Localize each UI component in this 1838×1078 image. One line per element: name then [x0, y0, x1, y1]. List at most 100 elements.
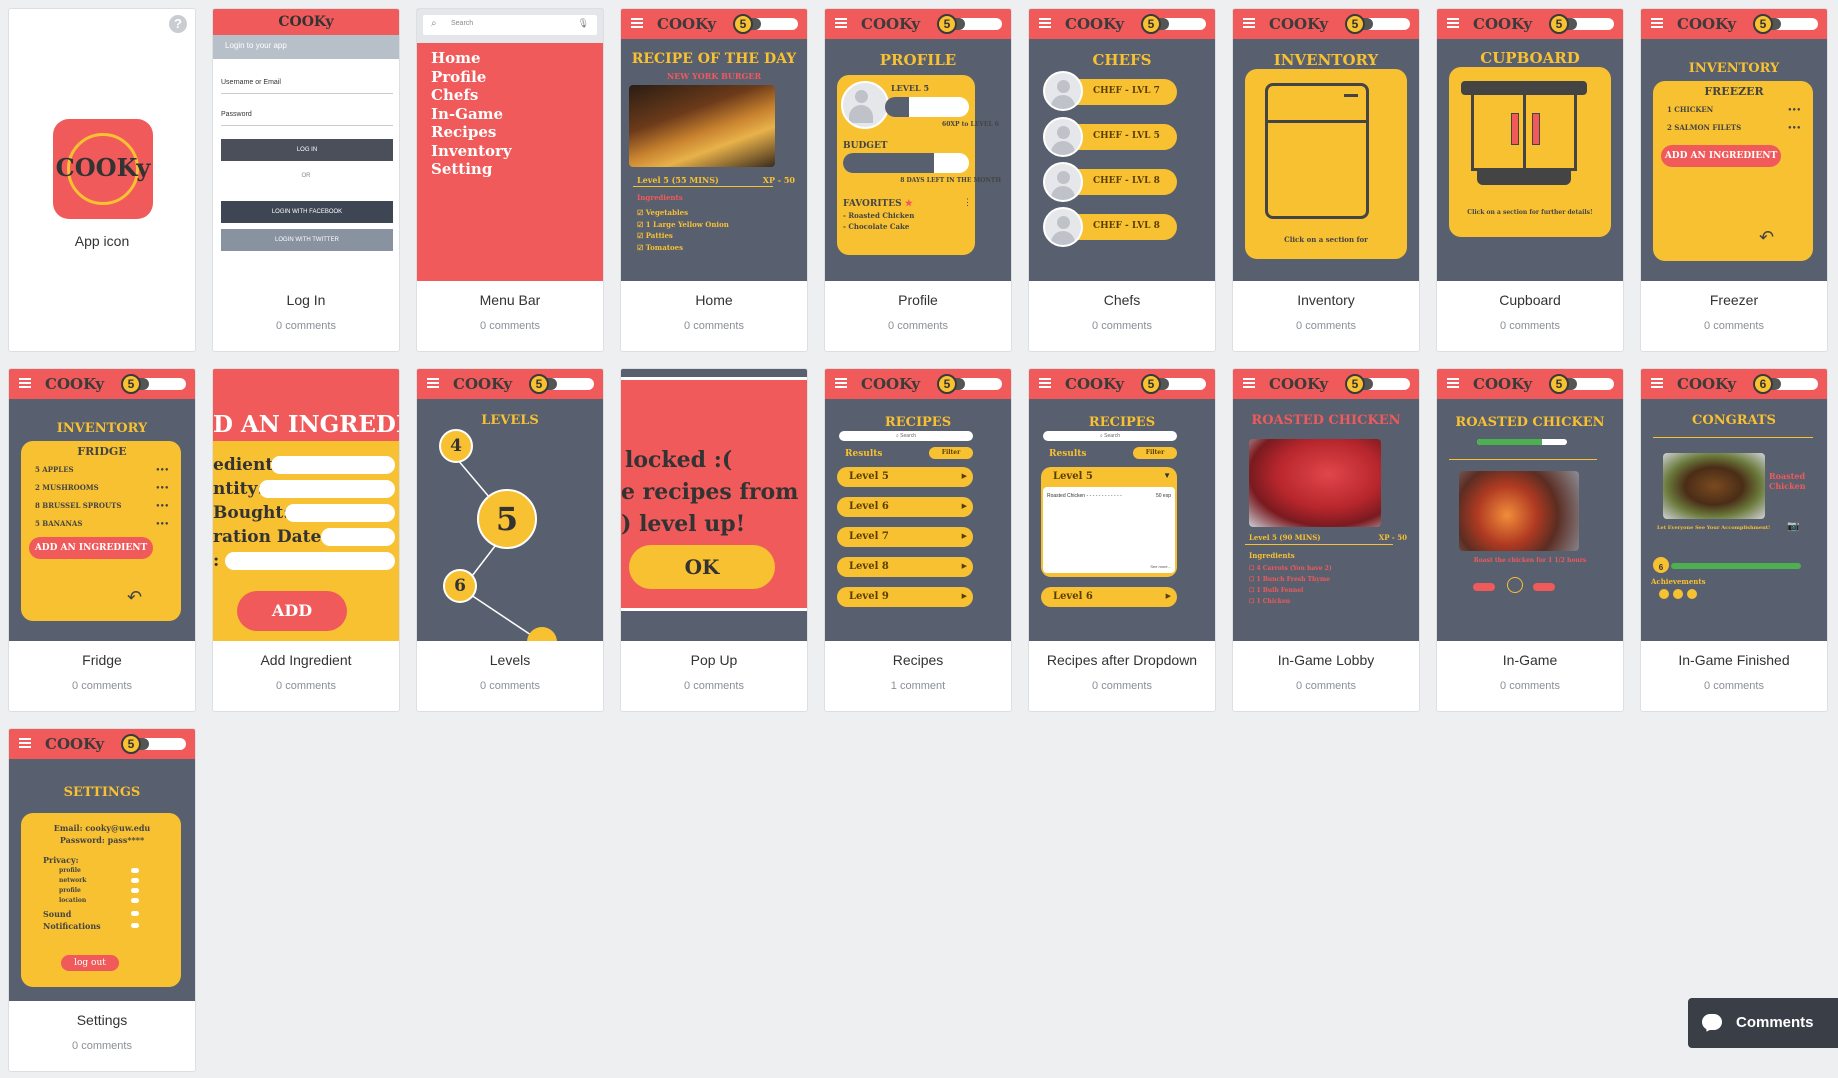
logout-button[interactable]: log out	[61, 955, 119, 971]
card-recipes[interactable]: COOKy 5 RECIPES ⌕ Search Results Filter L…	[824, 368, 1012, 712]
pause-button[interactable]	[1473, 583, 1495, 591]
back-arrow-icon[interactable]: ↶	[127, 587, 142, 608]
level-dropdown-open[interactable]: Level 5 ▼ Roasted Chicken - - - - - - - …	[1041, 467, 1177, 577]
ingredient-row[interactable]: ☑ Vegetables	[637, 207, 729, 219]
hamburger-icon[interactable]	[631, 18, 643, 20]
card-in-game[interactable]: COOKy 5 ROASTED CHICKEN Roast the chicken…	[1436, 368, 1624, 712]
menu-item-chefs[interactable]: Chefs	[431, 86, 512, 105]
card-chefs[interactable]: COOKy 5 CHEFS CHEF - LVL 7 CHEF - LVL 5 C…	[1028, 8, 1216, 352]
menu-item-inventory[interactable]: Inventory	[431, 142, 512, 161]
comments-button[interactable]: Comments	[1688, 998, 1838, 1048]
more-icon[interactable]: •••	[1788, 123, 1801, 132]
ingredient-row[interactable]: ☐ 4 Carrots (You have 2)	[1249, 563, 1332, 574]
level-row[interactable]: Level 5 ▶	[837, 467, 973, 487]
level-row[interactable]: Level 9 ▶	[837, 587, 973, 607]
notifications-option[interactable]: Notifications	[43, 921, 139, 931]
hamburger-icon[interactable]	[835, 378, 847, 380]
card-freezer[interactable]: COOKy 5 INVENTORY FREEZER 1 CHICKEN ••• 2 …	[1640, 8, 1828, 352]
ingredient-row[interactable]: ☐ 1 Bulb Fennel	[1249, 585, 1332, 596]
card-add-ingredient[interactable]: D AN INGREDIEI edient: ntity: Bought: ra…	[212, 368, 400, 712]
add-ingredient-button[interactable]: ADD AN INGREDIENT	[1661, 145, 1781, 167]
hamburger-icon[interactable]	[1039, 18, 1051, 20]
hamburger-icon[interactable]	[1447, 378, 1459, 380]
card-fridge[interactable]: COOKy 5 INVENTORY FRIDGE 5 APPLES ••• 2 MU…	[8, 368, 196, 712]
fridge-item[interactable]: 2 MUSHROOMS •••	[35, 483, 169, 492]
hamburger-icon[interactable]	[1447, 18, 1459, 20]
add-button[interactable]: ADD	[237, 591, 347, 631]
card-levels[interactable]: COOKy 5 LEVELS 4 5 6 Levels 0 comments	[416, 368, 604, 712]
ingredient-row[interactable]: ☐ 1 Chicken	[1249, 596, 1332, 607]
privacy-option[interactable]: profile	[59, 867, 139, 874]
fridge-item[interactable]: 5 BANANAS •••	[35, 519, 169, 528]
hamburger-icon[interactable]	[19, 378, 31, 380]
more-icon[interactable]: •••	[156, 501, 169, 510]
ingredient-row[interactable]: ☑ Patties	[637, 230, 729, 242]
username-field[interactable]: Username or Email	[221, 79, 393, 94]
cupboard-icon[interactable]	[1461, 81, 1587, 185]
toggle-switch[interactable]	[131, 923, 139, 928]
back-arrow-icon[interactable]: ↶	[1759, 227, 1774, 248]
card-home[interactable]: COOKy 5 RECIPE OF THE DAY NEW YORK BURGER…	[620, 8, 808, 352]
menu-item-in-game[interactable]: In-Game	[431, 105, 512, 124]
popup-ok-button[interactable]: OK	[629, 545, 775, 589]
menu-item-recipes[interactable]: Recipes	[431, 123, 512, 142]
privacy-option[interactable]: profile	[59, 887, 139, 894]
hamburger-icon[interactable]	[427, 378, 439, 380]
card-profile[interactable]: COOKy 5 PROFILE LEVEL 5 60XP to LEVEL 6 B…	[824, 8, 1012, 352]
password-field[interactable]: Password	[221, 111, 393, 126]
privacy-option[interactable]: network	[59, 877, 139, 884]
hamburger-icon[interactable]	[1651, 378, 1663, 380]
microphone-icon[interactable]: 🎙	[578, 18, 589, 29]
fridge-item[interactable]: 5 APPLES •••	[35, 465, 169, 474]
next-button[interactable]	[1533, 583, 1555, 591]
level-row[interactable]: Level 6 ▶	[1041, 587, 1177, 607]
camera-icon[interactable]: 📷	[1787, 521, 1799, 532]
toggle-switch[interactable]	[131, 878, 139, 883]
hamburger-icon[interactable]	[1039, 378, 1051, 380]
recipes-search-input[interactable]: ⌕ Search	[839, 431, 973, 441]
toggle-switch[interactable]	[131, 868, 139, 873]
freezer-item[interactable]: 2 SALMON FILETS •••	[1667, 123, 1801, 132]
ingredient-row[interactable]: ☑ 1 Large Yellow Onion	[637, 219, 729, 231]
fridge-item[interactable]: 8 BRUSSEL SPROUTS •••	[35, 501, 169, 510]
achievement-badge[interactable]	[1659, 589, 1669, 599]
toggle-switch[interactable]	[131, 888, 139, 893]
menu-item-setting[interactable]: Setting	[431, 160, 512, 179]
twitter-login-button[interactable]: LOGIN WITH TWITTER	[221, 229, 393, 251]
ingredient-row[interactable]: ☐ 1 Bunch Fresh Thyme	[1249, 574, 1332, 585]
hamburger-icon[interactable]	[19, 738, 31, 740]
hamburger-icon[interactable]	[835, 18, 847, 20]
field-extra-input[interactable]	[225, 552, 395, 570]
more-icon[interactable]: •••	[156, 519, 169, 528]
toggle-switch[interactable]	[131, 898, 139, 903]
card-settings[interactable]: COOKy 5 SETTINGS Email: cooky@uw.edu Pass…	[8, 728, 196, 1072]
sound-option[interactable]: Sound	[43, 909, 139, 919]
facebook-login-button[interactable]: LOGIN WITH FACEBOOK	[221, 201, 393, 223]
level-node-6[interactable]: 6	[443, 569, 477, 603]
filter-button[interactable]: Filter	[929, 447, 973, 459]
help-icon[interactable]: ?	[169, 15, 187, 33]
card-log-in[interactable]: COOKy Login to your app Username or Emai…	[212, 8, 400, 352]
level-row[interactable]: Level 6 ▶	[837, 497, 973, 517]
freezer-item[interactable]: 1 CHICKEN •••	[1667, 105, 1801, 114]
recipe-row[interactable]: Roasted Chicken - - - - - - - - - - - - …	[1047, 493, 1171, 499]
level-row[interactable]: Level 8 ▶	[837, 557, 973, 577]
card-in-game-finished[interactable]: COOKy 6 CONGRATS Roasted Chicken Let Ever…	[1640, 368, 1828, 712]
card-cupboard[interactable]: COOKy 5 CUPBOARD Click on a section for f…	[1436, 8, 1624, 352]
filter-button[interactable]: Filter	[1133, 447, 1177, 459]
field-ingredient-input[interactable]	[271, 456, 395, 474]
level-node-4[interactable]: 4	[439, 429, 473, 463]
more-icon[interactable]: •••	[156, 465, 169, 474]
profile-favorites-menu-icon[interactable]: ⋮	[963, 197, 972, 208]
toggle-switch[interactable]	[131, 911, 139, 916]
card-in-game-lobby[interactable]: COOKy 5 ROASTED CHICKEN Level 5 (90 MINS)…	[1232, 368, 1420, 712]
menu-item-profile[interactable]: Profile	[431, 68, 512, 87]
hamburger-icon[interactable]	[1243, 18, 1255, 20]
card-recipes-dropdown[interactable]: COOKy 5 RECIPES ⌕ Search Results Filter L…	[1028, 368, 1216, 712]
menu-search-input[interactable]: ⌕ Search 🎙	[423, 15, 597, 35]
hamburger-icon[interactable]	[1651, 18, 1663, 20]
privacy-option[interactable]: location	[59, 897, 139, 904]
more-icon[interactable]: •••	[156, 483, 169, 492]
add-ingredient-button[interactable]: ADD AN INGREDIENT	[29, 537, 153, 559]
achievement-badge[interactable]	[1687, 589, 1697, 599]
